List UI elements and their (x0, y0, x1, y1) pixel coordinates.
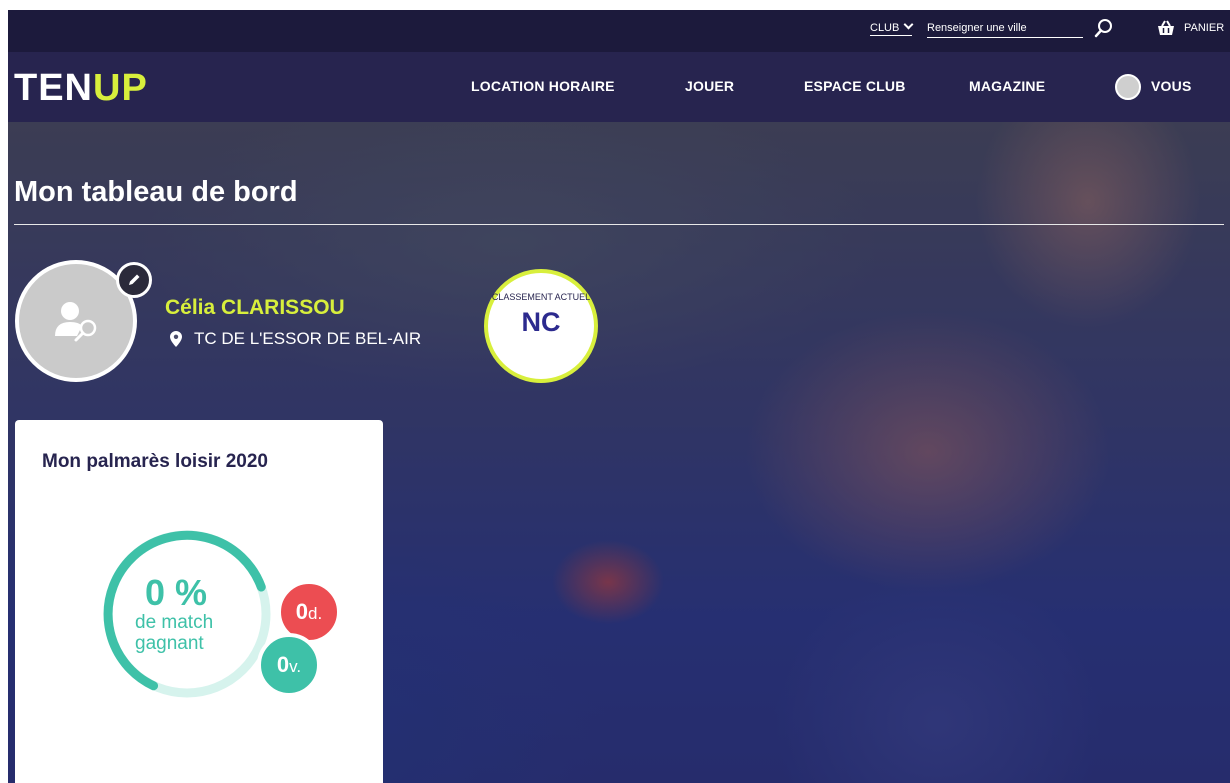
club-dropdown-label: CLUB (870, 22, 900, 34)
nav-vous[interactable]: VOUS (1151, 78, 1191, 94)
club-dropdown[interactable]: CLUB (870, 19, 914, 36)
nav-jouer[interactable]: JOUER (685, 78, 734, 94)
player-club: TC DE L'ESSOR DE BEL-AIR (170, 329, 421, 349)
victories-unit: v. (289, 657, 302, 676)
club-name: TC DE L'ESSOR DE BEL-AIR (194, 329, 422, 348)
page-title: Mon tableau de bord (14, 176, 298, 208)
stats-card-title: Mon palmarès loisir 2020 (42, 451, 268, 472)
pencil-icon (129, 274, 140, 285)
title-divider (14, 224, 1224, 225)
basket-icon (1158, 20, 1174, 35)
player-name: Célia CLARISSOU (165, 296, 345, 319)
victories-bubble: 0v. (257, 633, 321, 697)
hero-background: Mon tableau de bord Célia CLARISSOU TC D… (8, 122, 1230, 783)
ranking-label: CLASSEMENT ACTUEL (491, 292, 591, 302)
chevron-down-icon (903, 19, 914, 30)
win-percent: 0 % (145, 572, 208, 613)
nav-espace-club[interactable]: ESPACE CLUB (804, 78, 906, 94)
nav-location-horaire[interactable]: LOCATION HORAIRE (471, 78, 615, 94)
win-caption: de match gagnant (135, 612, 214, 654)
search-icon[interactable] (1094, 18, 1114, 38)
tenup-logo[interactable]: TENUP (14, 67, 148, 110)
app-frame: CLUB PANIER TENUP LOCATION HORAIRE JOUER… (8, 10, 1230, 783)
top-utility-bar: CLUB PANIER (8, 10, 1230, 52)
logo-up: UP (93, 67, 148, 109)
logo-ten: TEN (14, 67, 93, 109)
stats-card: Mon palmarès loisir 2020 0 % de match ga… (15, 420, 383, 783)
main-nav: TENUP LOCATION HORAIRE JOUER ESPACE CLUB… (8, 52, 1230, 122)
city-search-input[interactable] (927, 19, 1083, 38)
ranking-badge: CLASSEMENT ACTUEL NC (484, 269, 598, 383)
cart-label: PANIER (1184, 22, 1225, 34)
edit-profile-button[interactable] (116, 262, 152, 298)
ranking-value: NC (521, 307, 561, 337)
defeats-value: 0 (295, 599, 309, 624)
defeats-unit: d. (308, 604, 323, 623)
user-avatar-icon[interactable] (1115, 74, 1141, 100)
cart-button[interactable]: PANIER (1156, 20, 1224, 36)
nav-magazine[interactable]: MAGAZINE (969, 78, 1045, 94)
location-pin-icon (170, 331, 182, 347)
victories-value: 0 (276, 652, 290, 677)
